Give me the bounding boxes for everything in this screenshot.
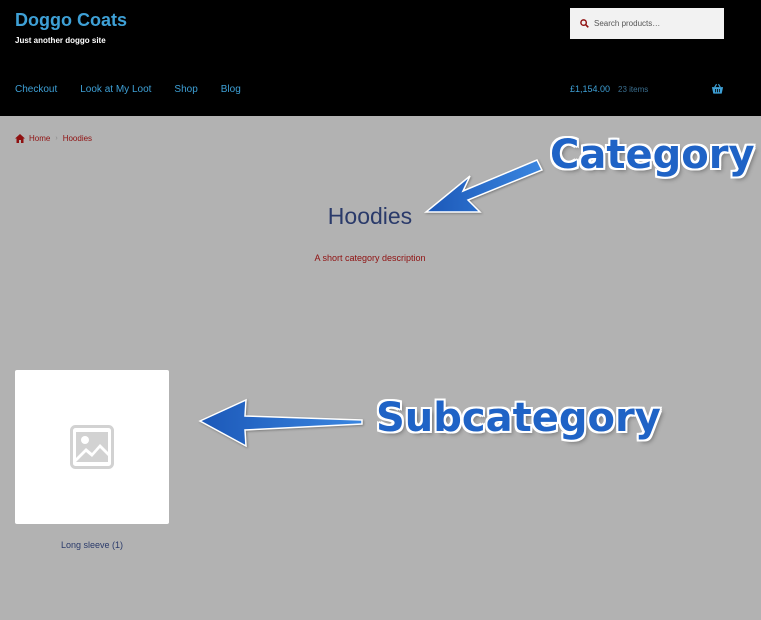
cart-count[interactable]: 23 items (618, 85, 648, 94)
breadcrumb-home[interactable]: Home (29, 134, 50, 143)
breadcrumb-current: Hoodies (62, 134, 93, 143)
category-description: A short category description (314, 253, 426, 263)
breadcrumb-separator: › (55, 135, 58, 142)
basket-icon[interactable] (711, 83, 724, 95)
breadcrumb: Home › Hoodies (15, 134, 92, 143)
primary-nav: Checkout Look at My Loot Shop Blog (15, 84, 264, 95)
subcategory-label[interactable]: Long sleeve (1) (15, 540, 169, 550)
search-icon (580, 19, 589, 28)
site-header: Doggo Coats Just another doggo site Chec… (0, 0, 761, 116)
image-placeholder-icon (70, 425, 114, 469)
cart-total[interactable]: £1,154.00 (570, 84, 610, 94)
subcategory-count: (1) (112, 540, 124, 550)
nav-item-checkout[interactable]: Checkout (15, 84, 57, 95)
category-title: Hoodies (327, 203, 413, 229)
site-title[interactable]: Doggo Coats (15, 10, 127, 31)
subcategory-card[interactable] (15, 370, 169, 524)
subcategory-arrow (198, 398, 363, 448)
search-input[interactable] (594, 19, 714, 28)
annotation-subcategory-label: Subcategory (376, 395, 661, 441)
nav-item-look-at-my-loot[interactable]: Look at My Loot (80, 84, 151, 95)
nav-item-shop[interactable]: Shop (174, 84, 197, 95)
home-icon (15, 134, 25, 143)
site-tagline: Just another doggo site (15, 36, 106, 45)
annotation-category-label: Category (550, 132, 755, 178)
nav-item-blog[interactable]: Blog (221, 84, 241, 95)
subcategory-name[interactable]: Long sleeve (61, 540, 110, 550)
search-box[interactable] (570, 8, 724, 39)
